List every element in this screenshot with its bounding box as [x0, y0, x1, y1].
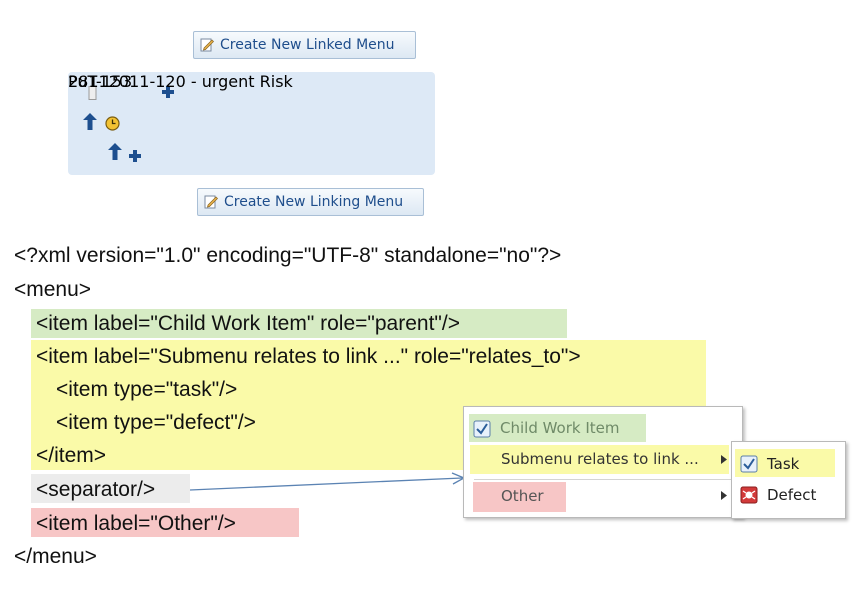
- xml-item-close: </item>: [36, 444, 107, 467]
- xml-task-item: <item type="task"/>: [56, 378, 238, 401]
- chevron-right-icon: [721, 455, 727, 464]
- menu-item-child-work-item[interactable]: Child Work Item: [500, 419, 620, 437]
- submenu-item-task[interactable]: Task: [767, 455, 799, 473]
- xml-submenu-item: <item label="Submenu relates to link ...…: [36, 345, 581, 368]
- menu-item-submenu-relates[interactable]: Submenu relates to link ...: [501, 450, 699, 468]
- submenu-item-defect[interactable]: Defect: [767, 486, 816, 504]
- separator-arrow: [190, 472, 466, 491]
- xml-menu-close: </menu>: [14, 545, 97, 568]
- menu-separator: [474, 479, 731, 480]
- xml-menu-open: <menu>: [14, 278, 92, 301]
- create-linked-menu-label: Create New Linked Menu: [220, 37, 395, 53]
- up-arrow-icon[interactable]: [108, 143, 122, 160]
- plus-icon[interactable]: [129, 150, 141, 162]
- xml-child-item: <item label="Child Work Item" role="pare…: [36, 312, 460, 335]
- pencil-edit-icon: [200, 38, 214, 52]
- xml-separator: <separator/>: [36, 478, 156, 501]
- chevron-right-icon: [721, 491, 727, 500]
- create-linking-menu-button[interactable]: Create New Linking Menu: [197, 188, 424, 216]
- xml-other-item: <item label="Other"/>: [36, 512, 236, 535]
- up-arrow-icon[interactable]: [83, 113, 97, 130]
- checkbox-icon: [740, 455, 758, 473]
- create-linking-menu-label: Create New Linking Menu: [224, 194, 404, 210]
- clock-icon: [105, 116, 120, 131]
- checkbox-icon: [473, 420, 491, 438]
- menu-item-other[interactable]: Other: [501, 487, 544, 505]
- work-item-title[interactable]: 28112011-120 - urgent Risk: [68, 72, 293, 91]
- create-linked-menu-button[interactable]: Create New Linked Menu: [193, 31, 416, 59]
- pencil-edit-icon: [204, 195, 218, 209]
- xml-declaration: <?xml version="1.0" encoding="UTF-8" sta…: [14, 244, 562, 267]
- defect-icon: [740, 486, 758, 504]
- xml-defect-item: <item type="defect"/>: [56, 411, 256, 434]
